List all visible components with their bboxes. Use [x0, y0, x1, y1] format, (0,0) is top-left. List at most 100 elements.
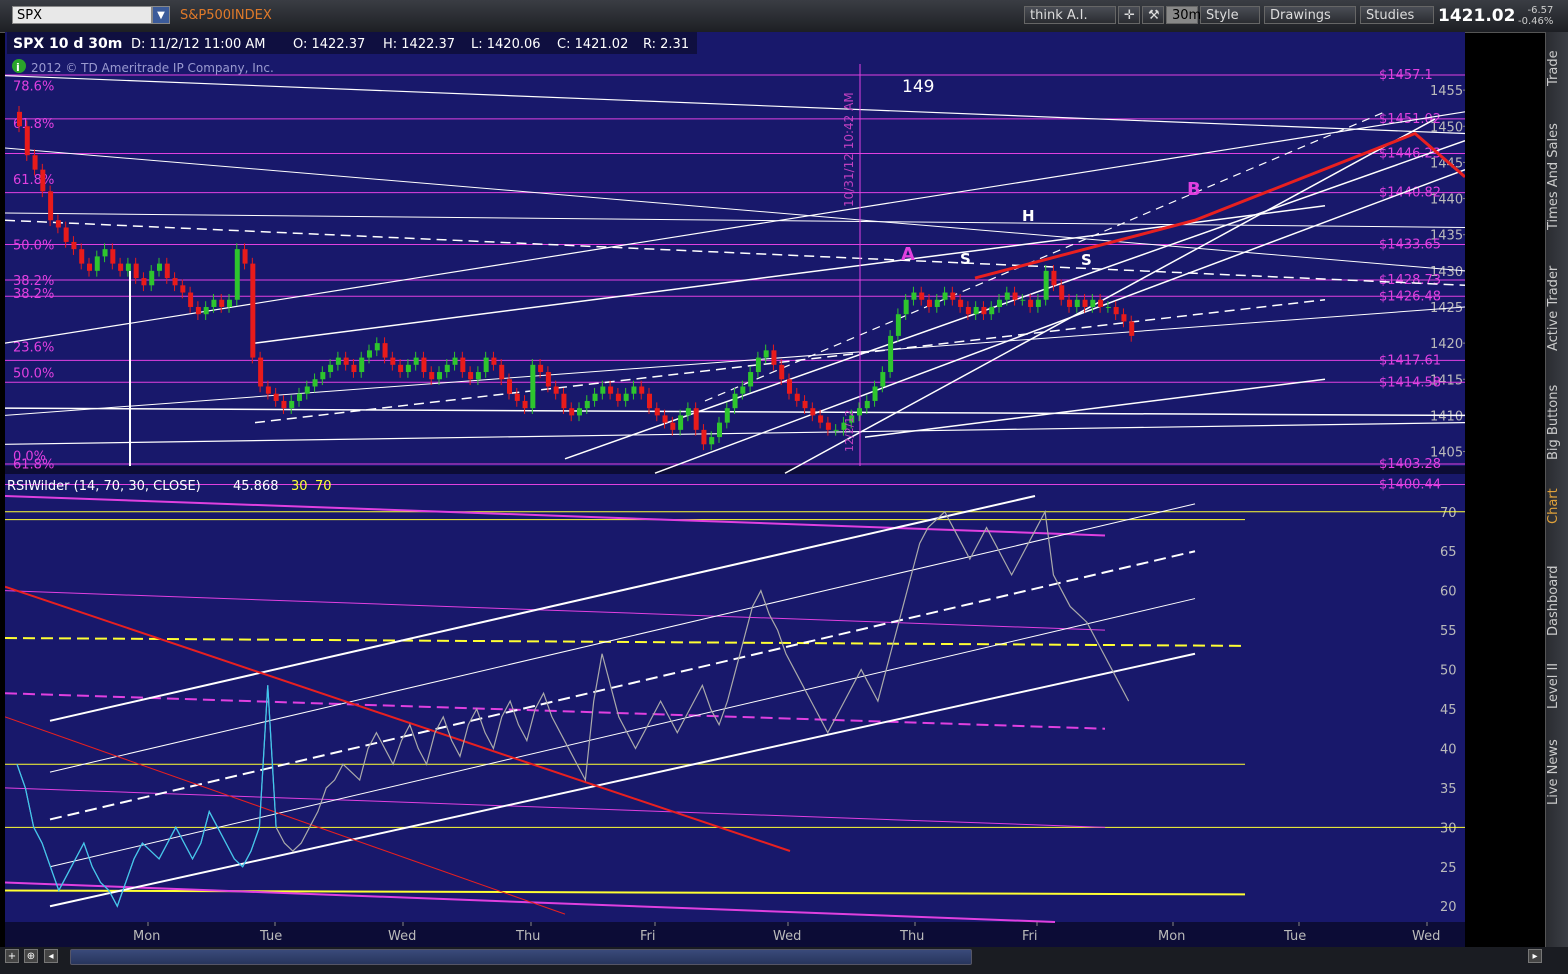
x-axis-label: Fri	[1022, 929, 1038, 944]
candle	[328, 364, 334, 373]
x-axis-label: Wed	[388, 929, 416, 944]
candle	[390, 357, 396, 365]
candle	[141, 278, 147, 286]
fib-level-label: 38.2%	[13, 287, 54, 302]
candle	[405, 364, 411, 373]
candle	[763, 350, 769, 358]
zoom-in-icon[interactable]: ⊕	[24, 949, 38, 963]
candle	[880, 372, 886, 387]
candle	[475, 372, 481, 380]
fib-level-label: 23.6%	[13, 340, 54, 355]
studies-button[interactable]: Studies	[1360, 6, 1434, 24]
vline-label: 10/31/12 10:42 AM	[842, 92, 856, 207]
tab-trade[interactable]: Trade	[1546, 40, 1568, 96]
x-axis-label: Fri	[640, 929, 656, 944]
candle	[670, 422, 676, 430]
candle	[958, 299, 964, 307]
bar-range: R: 2.31	[643, 37, 689, 52]
candle	[755, 357, 761, 373]
candle	[172, 278, 178, 286]
candle	[444, 364, 450, 373]
candle	[1051, 270, 1057, 286]
scroll-left-icon[interactable]: ◂	[44, 949, 58, 963]
candle	[17, 111, 22, 127]
rsi-tick-label: 60	[1440, 585, 1457, 600]
pct-change: -0.46%	[1518, 16, 1554, 27]
x-axis-label: Mon	[133, 929, 160, 944]
net-change: -6.57	[1527, 5, 1554, 16]
candle	[188, 292, 194, 307]
candle	[942, 292, 948, 300]
candle	[973, 306, 979, 315]
crosshair-icon[interactable]: ✛	[1118, 6, 1140, 24]
timeframe-button[interactable]: 30m	[1166, 6, 1201, 24]
chart-area[interactable]: 1405141014151420142514301435144014451450…	[5, 32, 1465, 967]
shoulder-left-label: S	[960, 250, 971, 268]
candle	[71, 241, 77, 250]
scroll-right-icon[interactable]: ▸	[1528, 949, 1542, 963]
candle	[631, 386, 637, 394]
candle	[234, 249, 240, 300]
tab-dashboard[interactable]: Dashboard	[1546, 557, 1568, 645]
candle	[678, 415, 684, 430]
fib-level-label: 50.0%	[13, 239, 54, 254]
rsi-overbought-label: 70	[315, 479, 332, 494]
think-ai-button[interactable]: think A.I.	[1024, 6, 1116, 24]
candle	[48, 191, 54, 221]
price-level-label: $1457.1	[1379, 68, 1433, 83]
candle	[343, 357, 349, 365]
wrench-icon[interactable]: ⚒	[1142, 6, 1164, 24]
rsi-tick-label: 55	[1440, 624, 1457, 639]
tab-level-ii[interactable]: Level II	[1546, 657, 1568, 715]
symbol-input[interactable]: SPX	[12, 6, 152, 24]
candle	[1129, 321, 1135, 336]
fib-level-label: 61.8%	[13, 173, 54, 188]
candle	[297, 393, 302, 401]
candle	[919, 292, 925, 300]
tab-chart[interactable]: Chart	[1546, 480, 1568, 532]
candle	[522, 400, 528, 409]
symbol-dropdown-icon[interactable]: ▼	[152, 6, 170, 24]
candle	[1012, 292, 1018, 300]
candle	[468, 372, 474, 380]
candle	[981, 306, 987, 315]
candle	[693, 408, 699, 430]
candle	[110, 249, 116, 264]
tab-live-news[interactable]: Live News	[1546, 732, 1568, 812]
candle	[351, 364, 357, 373]
x-axis-label: Tue	[259, 929, 282, 944]
fib-level-label: 61.8%	[13, 458, 54, 473]
candle	[359, 357, 365, 373]
tab-big-buttons[interactable]: Big Buttons	[1546, 377, 1568, 467]
candle	[1067, 299, 1072, 307]
candle	[592, 393, 598, 401]
candle	[87, 263, 92, 271]
candle	[1090, 299, 1096, 307]
candle	[499, 364, 505, 380]
candle	[491, 357, 497, 365]
candle	[903, 299, 909, 315]
drawings-button[interactable]: Drawings	[1264, 6, 1356, 24]
zoom-out-icon[interactable]: +	[5, 949, 19, 963]
tab-active-trader[interactable]: Active Trader	[1546, 254, 1568, 362]
candle	[227, 299, 232, 307]
candle	[623, 393, 629, 401]
candle	[717, 422, 722, 438]
x-axis-label: Tue	[1283, 929, 1306, 944]
bar-close: C: 1421.02	[557, 37, 628, 52]
candle	[133, 263, 139, 279]
candle	[281, 400, 287, 409]
candle	[825, 422, 831, 430]
tab-times-and-sales[interactable]: Times And Sales	[1546, 112, 1568, 242]
candle	[40, 169, 46, 192]
x-axis-label: Wed	[773, 929, 801, 944]
price-level-label: $1451.02	[1379, 112, 1441, 127]
price-level-label: $1400.44	[1379, 478, 1441, 493]
bar-open: O: 1422.37	[293, 37, 365, 52]
candle	[452, 357, 458, 365]
candle	[335, 357, 341, 365]
candle	[507, 379, 512, 394]
style-button[interactable]: Style	[1200, 6, 1260, 24]
time-scrollbar[interactable]	[70, 949, 972, 965]
candle	[304, 386, 310, 394]
